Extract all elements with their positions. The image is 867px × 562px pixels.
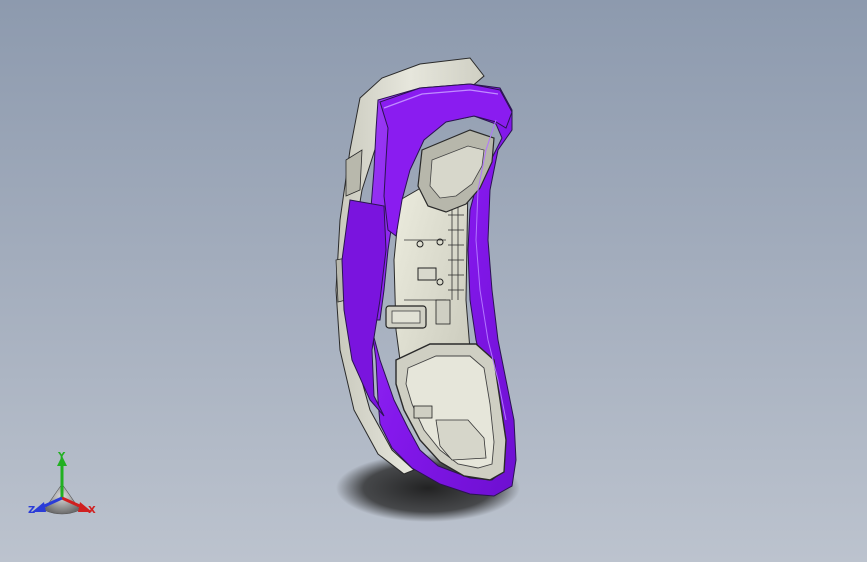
- 3d-model-view[interactable]: [0, 0, 867, 562]
- interior-port-small: [417, 267, 437, 281]
- orientation-triad[interactable]: Y X Z: [22, 446, 106, 526]
- interior-connector: [435, 299, 451, 325]
- triad-y-label: Y: [58, 451, 66, 462]
- triad-z-label: Z: [28, 505, 36, 516]
- housing-side-strip: [345, 149, 363, 197]
- interior-port-inner: [391, 310, 421, 324]
- triad-x-label: X: [88, 505, 96, 516]
- lower-interior-part: [413, 405, 433, 419]
- graphics-viewport[interactable]: Y X Z: [0, 0, 867, 562]
